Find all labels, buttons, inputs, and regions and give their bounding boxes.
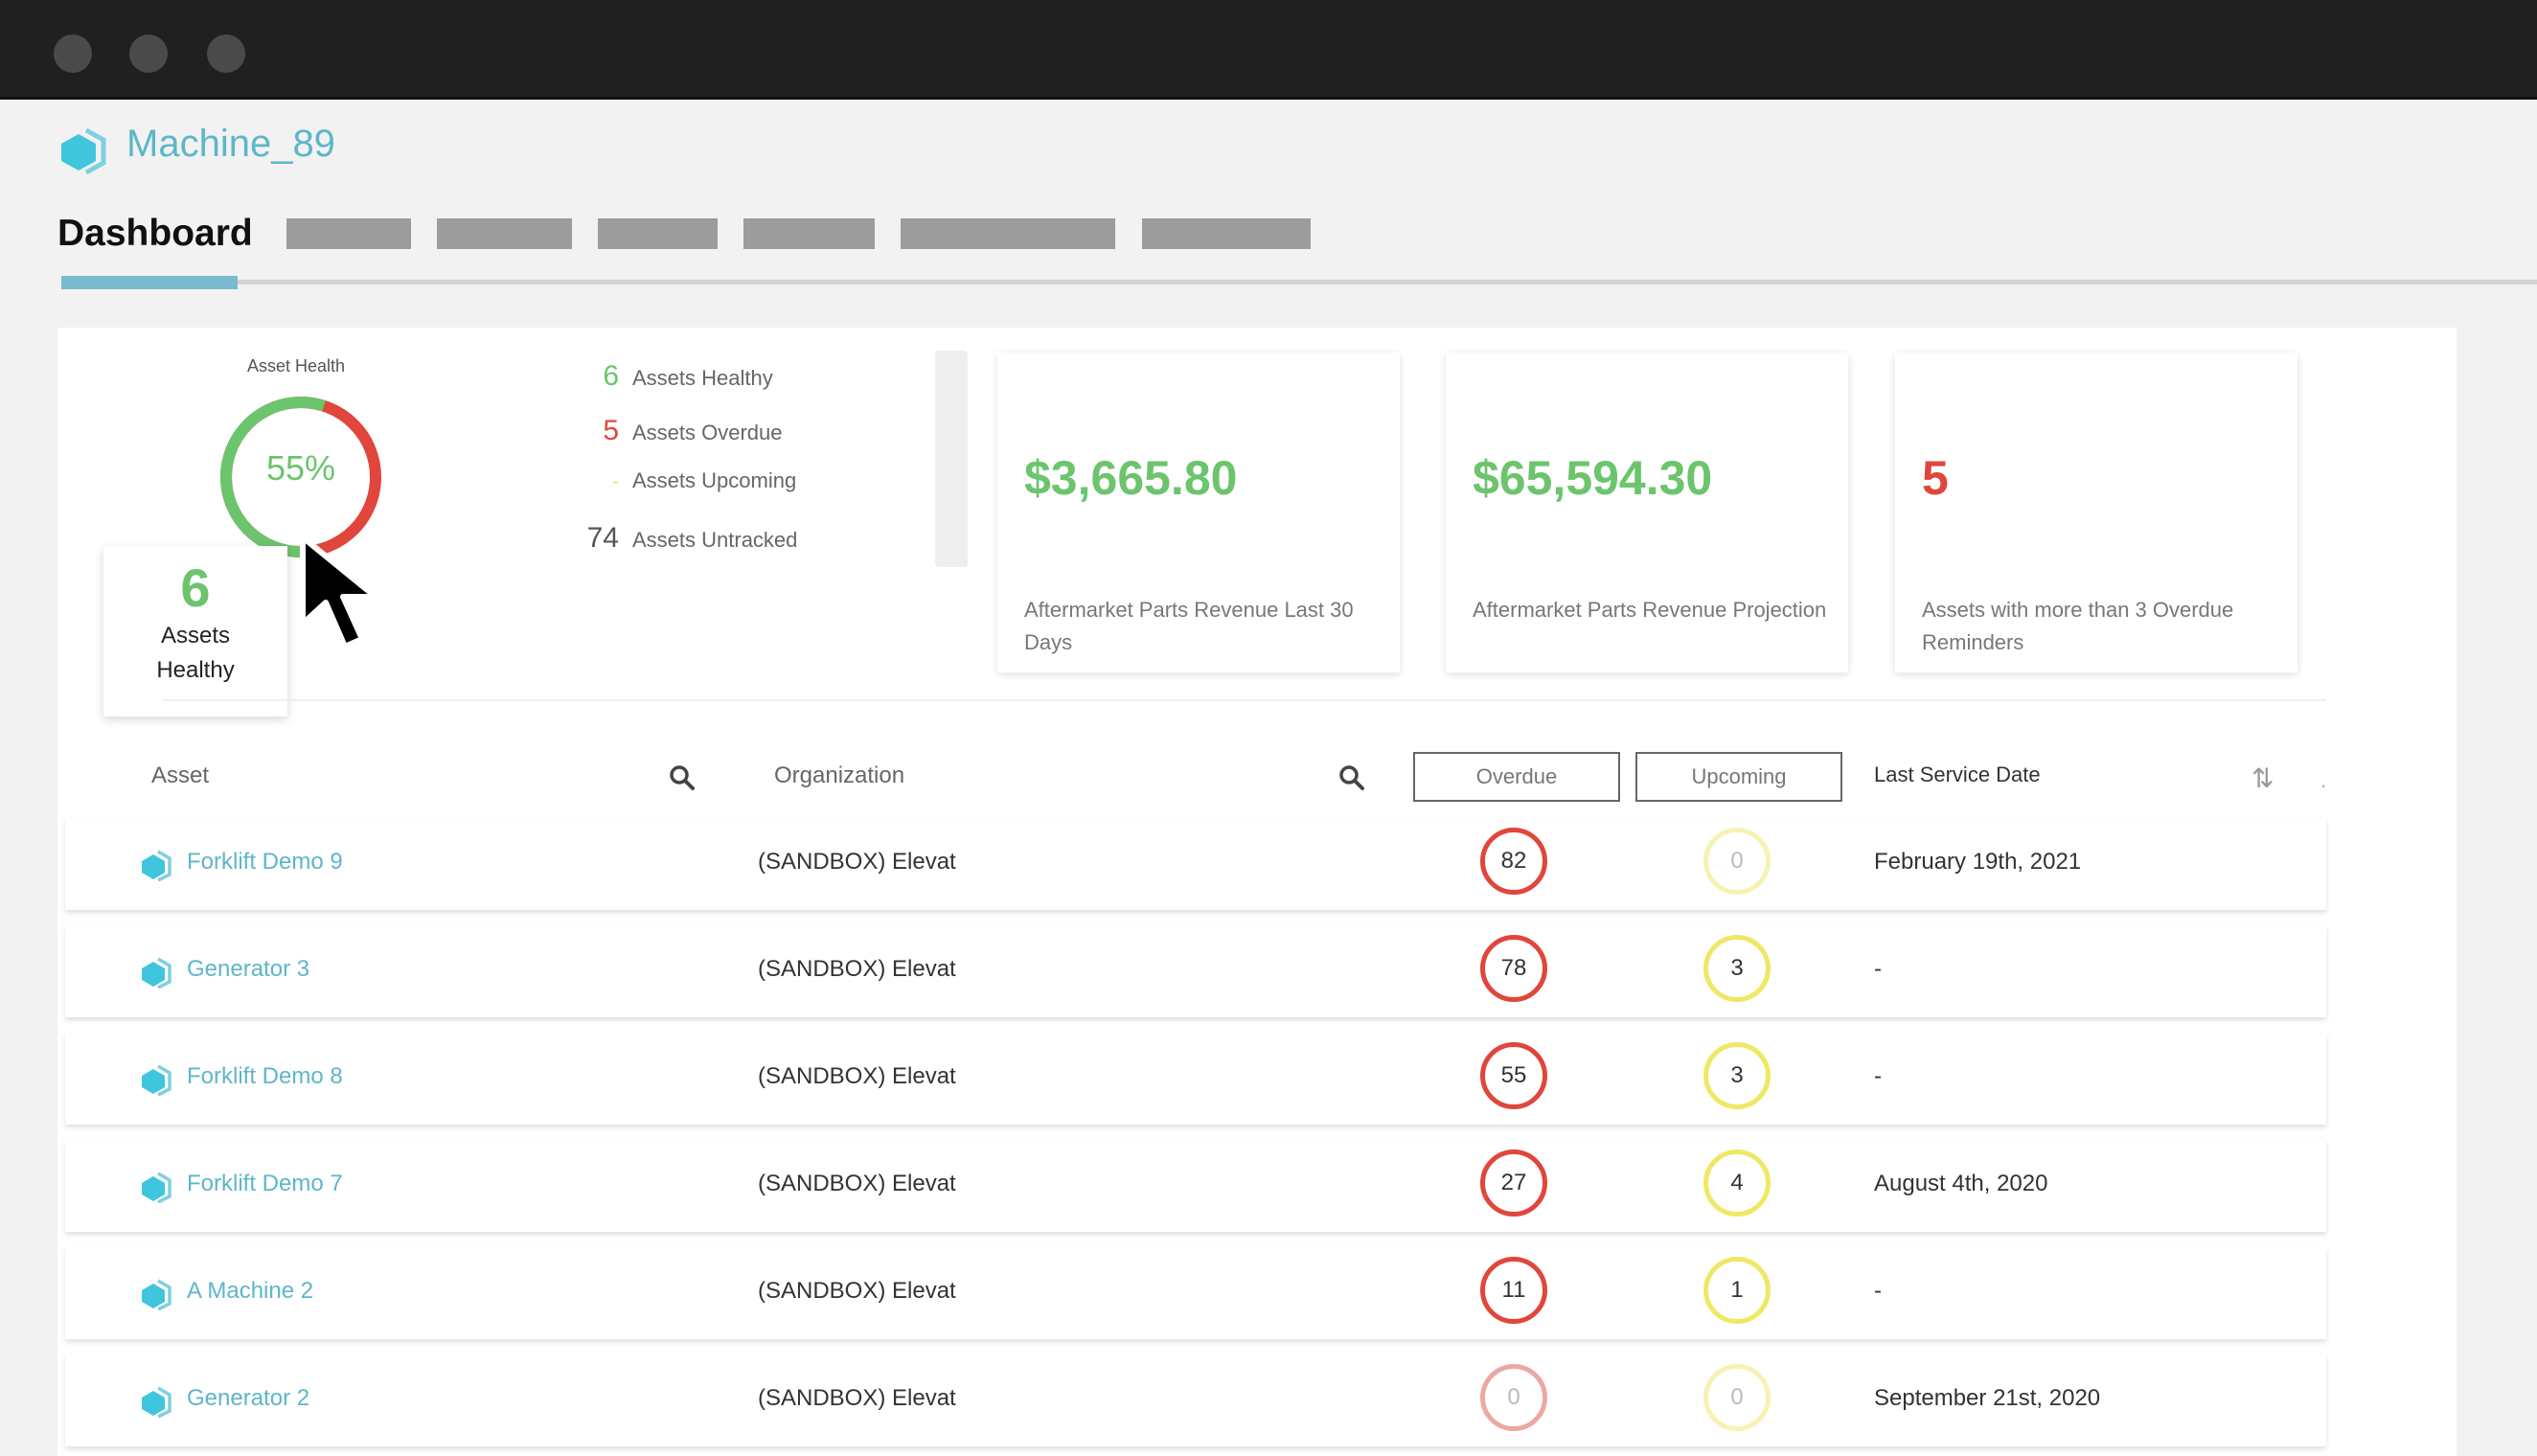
asset-name-link[interactable]: Generator 2 xyxy=(187,1385,309,1412)
stat-assets-untracked: 74 Assets Untracked xyxy=(537,522,798,555)
app-title: Machine_89 xyxy=(126,123,335,165)
upcoming-count-badge[interactable]: 1 xyxy=(1703,1257,1771,1324)
gauge-percent: 55% xyxy=(265,448,336,488)
stat-assets-overdue: 5 Assets Overdue xyxy=(537,415,783,447)
overdue-count-badge[interactable]: 78 xyxy=(1480,935,1547,1002)
stat-assets-upcoming: - Assets Upcoming xyxy=(537,468,796,493)
last-service-date: - xyxy=(1874,1063,1882,1089)
stat-value: 74 xyxy=(586,522,619,554)
asset-icon xyxy=(142,1172,171,1203)
asset-name-link[interactable]: A Machine 2 xyxy=(187,1278,313,1305)
stat-label: Assets Overdue xyxy=(632,421,783,444)
organization-name: (SANDBOX) Elevat xyxy=(758,1171,956,1196)
card-label: Aftermarket Parts Revenue Last 30 Days xyxy=(1024,598,1354,654)
organization-name: (SANDBOX) Elevat xyxy=(758,1063,956,1089)
card-value: 5 xyxy=(1922,451,1949,505)
summary-divider xyxy=(935,351,968,567)
window-maximize-button[interactable] xyxy=(207,34,245,73)
tooltip-label-line2: Healthy xyxy=(156,657,235,683)
window-titlebar xyxy=(0,0,2537,100)
stat-value: 5 xyxy=(603,415,619,446)
tab-placeholder-2[interactable] xyxy=(437,218,572,249)
card-revenue-30-days[interactable]: $3,665.80 Aftermarket Parts Revenue Last… xyxy=(997,353,1400,672)
tooltip-label-line1: Assets xyxy=(160,623,231,648)
upcoming-count-badge[interactable]: 0 xyxy=(1703,828,1771,895)
card-label: Aftermarket Parts Revenue Projection xyxy=(1473,598,1827,622)
column-header-cutoff: . xyxy=(2320,768,2327,792)
card-overdue-reminders[interactable]: 5 Assets with more than 3 Overdue Remind… xyxy=(1895,353,2297,672)
organization-name: (SANDBOX) Elevat xyxy=(758,1278,956,1304)
tab-underline xyxy=(61,280,2537,284)
organization-name: (SANDBOX) Elevat xyxy=(758,1385,956,1411)
asset-name-link[interactable]: Forklift Demo 9 xyxy=(187,849,343,876)
last-service-date: February 19th, 2021 xyxy=(1874,849,2082,875)
stat-label: Assets Untracked xyxy=(632,528,798,552)
overdue-filter-button[interactable]: Overdue xyxy=(1413,752,1620,802)
asset-icon xyxy=(142,1279,171,1310)
table-row[interactable]: Forklift Demo 8 (SANDBOX) Elevat 55 3 - xyxy=(65,1033,2326,1125)
last-service-date: August 4th, 2020 xyxy=(1874,1171,2048,1196)
tab-placeholder-1[interactable] xyxy=(286,218,411,249)
machine-logo-icon xyxy=(61,127,106,174)
card-value: $65,594.30 xyxy=(1473,451,1713,505)
column-header-last-service-date[interactable]: Last Service Date xyxy=(1874,762,2041,787)
search-icon[interactable] xyxy=(669,764,696,791)
table-row[interactable]: Generator 3 (SANDBOX) Elevat 78 3 - xyxy=(65,925,2326,1017)
tab-dashboard[interactable]: Dashboard xyxy=(57,213,253,255)
mouse-pointer-icon xyxy=(300,535,378,649)
stat-value: - xyxy=(612,471,619,492)
upcoming-filter-button[interactable]: Upcoming xyxy=(1635,752,1842,802)
gauge-title: Asset Health xyxy=(247,356,346,375)
asset-icon xyxy=(142,957,171,989)
section-divider xyxy=(163,699,2326,701)
tab-placeholder-5[interactable] xyxy=(901,218,1115,249)
card-revenue-projection[interactable]: $65,594.30 Aftermarket Parts Revenue Pro… xyxy=(1446,353,1848,672)
table-row[interactable]: A Machine 2 (SANDBOX) Elevat 11 1- xyxy=(65,1247,2326,1339)
overdue-count-badge[interactable]: 55 xyxy=(1480,1042,1547,1109)
tab-placeholder-6[interactable] xyxy=(1142,218,1311,249)
overdue-count-badge[interactable]: 82 xyxy=(1480,828,1547,895)
asset-name-link[interactable]: Forklift Demo 7 xyxy=(187,1171,343,1197)
organization-name: (SANDBOX) Elevat xyxy=(758,956,956,982)
stat-label: Assets Upcoming xyxy=(632,468,797,492)
tooltip-value: 6 xyxy=(180,557,211,618)
stat-value: 6 xyxy=(603,360,619,392)
table-row[interactable]: Forklift Demo 7 (SANDBOX) Elevat 27 4 August… xyxy=(65,1140,2326,1232)
search-icon[interactable] xyxy=(1338,764,1365,791)
asset-icon xyxy=(142,1064,171,1096)
column-header-organization[interactable]: Organization xyxy=(774,762,904,789)
stat-assets-healthy: 6 Assets Healthy xyxy=(537,360,773,393)
tab-placeholder-3[interactable] xyxy=(598,218,718,249)
overdue-count-badge[interactable]: 0 xyxy=(1480,1364,1547,1431)
asset-name-link[interactable]: Generator 3 xyxy=(187,956,309,983)
overdue-count-badge[interactable]: 11 xyxy=(1480,1257,1547,1324)
tab-placeholder-4[interactable] xyxy=(743,218,875,249)
last-service-date: - xyxy=(1874,1278,1882,1304)
sort-icon[interactable]: ⇅ xyxy=(2251,762,2274,794)
overdue-count-badge[interactable]: 27 xyxy=(1480,1149,1547,1217)
card-value: $3,665.80 xyxy=(1024,451,1238,505)
stat-label: Assets Healthy xyxy=(632,366,773,390)
asset-icon xyxy=(142,850,171,881)
organization-name: (SANDBOX) Elevat xyxy=(758,849,956,875)
upcoming-count-badge[interactable]: 3 xyxy=(1703,1042,1771,1109)
upcoming-count-badge[interactable]: 4 xyxy=(1703,1149,1771,1217)
last-service-date: - xyxy=(1874,956,1882,982)
tab-active-indicator xyxy=(61,276,238,289)
table-row[interactable]: Generator 2 (SANDBOX) Elevat 0 0 September 2… xyxy=(65,1354,2326,1446)
window-close-button[interactable] xyxy=(54,34,92,73)
upcoming-count-badge[interactable]: 0 xyxy=(1703,1364,1771,1431)
card-label: Assets with more than 3 Overdue Reminder… xyxy=(1922,598,2234,654)
table-row[interactable]: Forklift Demo 9 (SANDBOX) Elevat 82 0 Februa… xyxy=(65,818,2326,910)
window-minimize-button[interactable] xyxy=(129,34,168,73)
asset-icon xyxy=(142,1386,171,1418)
column-header-asset[interactable]: Asset xyxy=(151,762,209,789)
last-service-date: September 21st, 2020 xyxy=(1874,1385,2101,1411)
asset-name-link[interactable]: Forklift Demo 8 xyxy=(187,1063,343,1090)
gauge-tooltip: 6 Assets Healthy xyxy=(103,546,287,717)
upcoming-count-badge[interactable]: 3 xyxy=(1703,935,1771,1002)
